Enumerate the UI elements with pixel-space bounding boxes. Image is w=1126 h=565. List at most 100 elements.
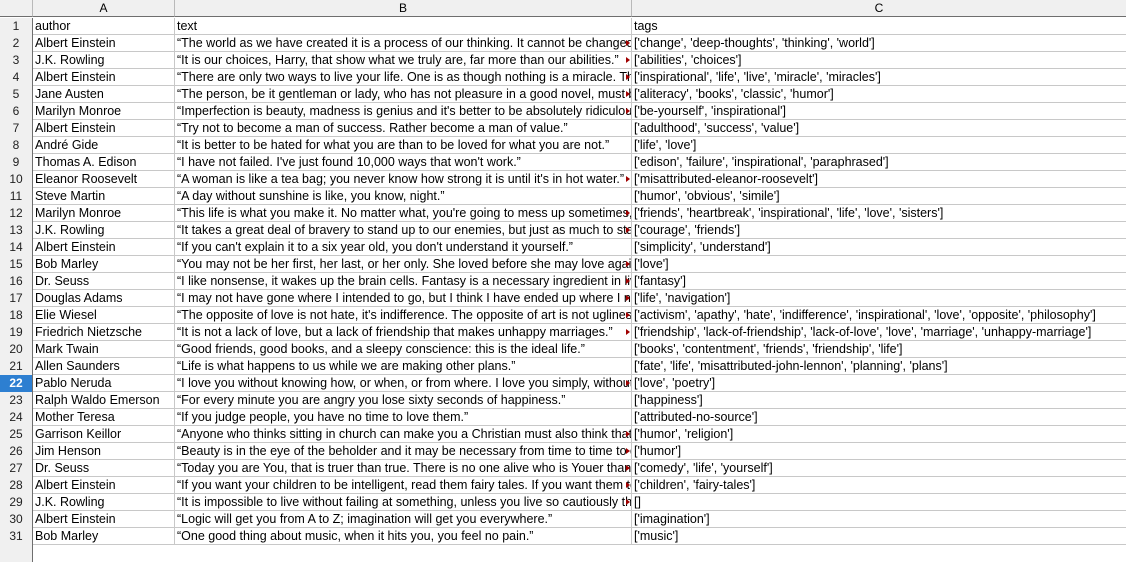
cell-author[interactable]: Dr. Seuss [33,273,175,289]
cell-text[interactable]: “A day without sunshine is like, you kno… [175,188,632,204]
row-header[interactable]: 20 [0,341,33,358]
row-header[interactable]: 27 [0,460,33,477]
cell-author[interactable]: Bob Marley [33,256,175,272]
cell-text[interactable]: “If you judge people, you have no time t… [175,409,632,425]
row-header[interactable]: 16 [0,273,33,290]
cell-tags[interactable]: ['humor', 'obvious', 'simile'] [632,188,1126,204]
column-header-b[interactable]: B [175,0,632,17]
cell-tags[interactable]: [] [632,494,1126,510]
cell-text[interactable]: “Try not to become a man of success. Rat… [175,120,632,136]
cell-author[interactable]: Allen Saunders [33,358,175,374]
cell-text[interactable]: “It is our choices, Harry, that show wha… [175,52,632,68]
cell-author[interactable]: J.K. Rowling [33,494,175,510]
cell-text[interactable]: “It is better to be hated for what you a… [175,137,632,153]
row-header[interactable]: 28 [0,477,33,494]
cell-author[interactable]: Thomas A. Edison [33,154,175,170]
cell-text[interactable]: “I like nonsense, it wakes up the brain … [175,273,632,289]
row-header[interactable]: 31 [0,528,33,545]
cell-text[interactable]: “Beauty is in the eye of the beholder an… [175,443,632,459]
cell-tags[interactable]: ['life', 'love'] [632,137,1126,153]
cell-text[interactable]: “I have not failed. I've just found 10,0… [175,154,632,170]
cell-tags[interactable]: ['inspirational', 'life', 'live', 'mirac… [632,69,1126,85]
cell-author[interactable]: Elie Wiesel [33,307,175,323]
row-header[interactable]: 10 [0,171,33,188]
cell-tags[interactable]: ['change', 'deep-thoughts', 'thinking', … [632,35,1126,51]
cell-text[interactable]: “If you can't explain it to a six year o… [175,239,632,255]
row-header[interactable]: 2 [0,35,33,52]
cell-author[interactable]: Garrison Keillor [33,426,175,442]
cell-text[interactable]: “The person, be it gentleman or lady, wh… [175,86,632,102]
cell-author[interactable]: André Gide [33,137,175,153]
cell-tags[interactable]: ['edison', 'failure', 'inspirational', '… [632,154,1126,170]
cell-tags[interactable]: ['be-yourself', 'inspirational'] [632,103,1126,119]
cell-text[interactable]: “Good friends, good books, and a sleepy … [175,341,632,357]
row-header[interactable]: 3 [0,52,33,69]
cell-author[interactable]: Douglas Adams [33,290,175,306]
cell-text[interactable]: “This life is what you make it. No matte… [175,205,632,221]
row-header[interactable]: 8 [0,137,33,154]
cell-text[interactable]: “Anyone who thinks sitting in church can… [175,426,632,442]
cell-text[interactable]: “Imperfection is beauty, madness is geni… [175,103,632,119]
row-header[interactable]: 14 [0,239,33,256]
cell-text[interactable]: “If you want your children to be intelli… [175,477,632,493]
row-header[interactable]: 12 [0,205,33,222]
cell-tags[interactable]: ['books', 'contentment', 'friends', 'fri… [632,341,1126,357]
cell-author[interactable]: J.K. Rowling [33,222,175,238]
row-header[interactable]: 6 [0,103,33,120]
select-all-corner[interactable] [0,0,33,17]
cell-tags[interactable]: ['love'] [632,256,1126,272]
row-header[interactable]: 11 [0,188,33,205]
cell-tags[interactable]: ['adulthood', 'success', 'value'] [632,120,1126,136]
cell-tags[interactable]: ['courage', 'friends'] [632,222,1126,238]
row-header[interactable]: 24 [0,409,33,426]
cell-author[interactable]: Albert Einstein [33,477,175,493]
row-header[interactable]: 4 [0,69,33,86]
cell-author[interactable]: Albert Einstein [33,35,175,51]
cell-author[interactable]: Jane Austen [33,86,175,102]
cell-author[interactable]: Marilyn Monroe [33,103,175,119]
cell-tags[interactable]: tags [632,18,1126,34]
cell-tags[interactable]: ['music'] [632,528,1126,544]
row-header[interactable] [0,545,33,562]
cell-tags[interactable]: ['misattributed-eleanor-roosevelt'] [632,171,1126,187]
cell-tags[interactable]: ['activism', 'apathy', 'hate', 'indiffer… [632,307,1126,323]
cell-tags[interactable]: ['life', 'navigation'] [632,290,1126,306]
row-header[interactable]: 1 [0,18,33,35]
cell-author[interactable]: Steve Martin [33,188,175,204]
cell-author[interactable]: Ralph Waldo Emerson [33,392,175,408]
cell-text[interactable]: “I may not have gone where I intended to… [175,290,632,306]
row-header[interactable]: 21 [0,358,33,375]
cell-text[interactable]: “It is not a lack of love, but a lack of… [175,324,632,340]
cell-author[interactable]: Bob Marley [33,528,175,544]
cell-text[interactable]: “The opposite of love is not hate, it's … [175,307,632,323]
cell-tags[interactable]: ['children', 'fairy-tales'] [632,477,1126,493]
cell-tags[interactable]: ['aliteracy', 'books', 'classic', 'humor… [632,86,1126,102]
cell-text[interactable]: “One good thing about music, when it hit… [175,528,632,544]
row-header[interactable]: 13 [0,222,33,239]
cell-author[interactable]: J.K. Rowling [33,52,175,68]
cell-text[interactable]: “The world as we have created it is a pr… [175,35,632,51]
cell-tags[interactable]: ['abilities', 'choices'] [632,52,1126,68]
row-header[interactable]: 30 [0,511,33,528]
cell-author[interactable]: Jim Henson [33,443,175,459]
cell-tags[interactable]: ['fate', 'life', 'misattributed-john-len… [632,358,1126,374]
row-header[interactable]: 9 [0,154,33,171]
cell-tags[interactable]: ['comedy', 'life', 'yourself'] [632,460,1126,476]
cell-text[interactable]: “Today you are You, that is truer than t… [175,460,632,476]
row-header[interactable]: 25 [0,426,33,443]
cell-text[interactable]: “For every minute you are angry you lose… [175,392,632,408]
cell-author[interactable]: Albert Einstein [33,69,175,85]
cell-tags[interactable]: ['friends', 'heartbreak', 'inspirational… [632,205,1126,221]
row-header[interactable]: 17 [0,290,33,307]
cell-tags[interactable]: ['fantasy'] [632,273,1126,289]
cell-author[interactable]: Marilyn Monroe [33,205,175,221]
cell-text[interactable]: “There are only two ways to live your li… [175,69,632,85]
cell-author[interactable]: Mother Teresa [33,409,175,425]
cell-author[interactable]: author [33,18,175,34]
row-header[interactable]: 15 [0,256,33,273]
column-header-a[interactable]: A [33,0,175,17]
cell-text[interactable]: “Life is what happens to us while we are… [175,358,632,374]
cell-tags[interactable]: ['attributed-no-source'] [632,409,1126,425]
cell-text[interactable]: “Logic will get you from A to Z; imagina… [175,511,632,527]
cell-author[interactable]: Pablo Neruda [33,375,175,391]
